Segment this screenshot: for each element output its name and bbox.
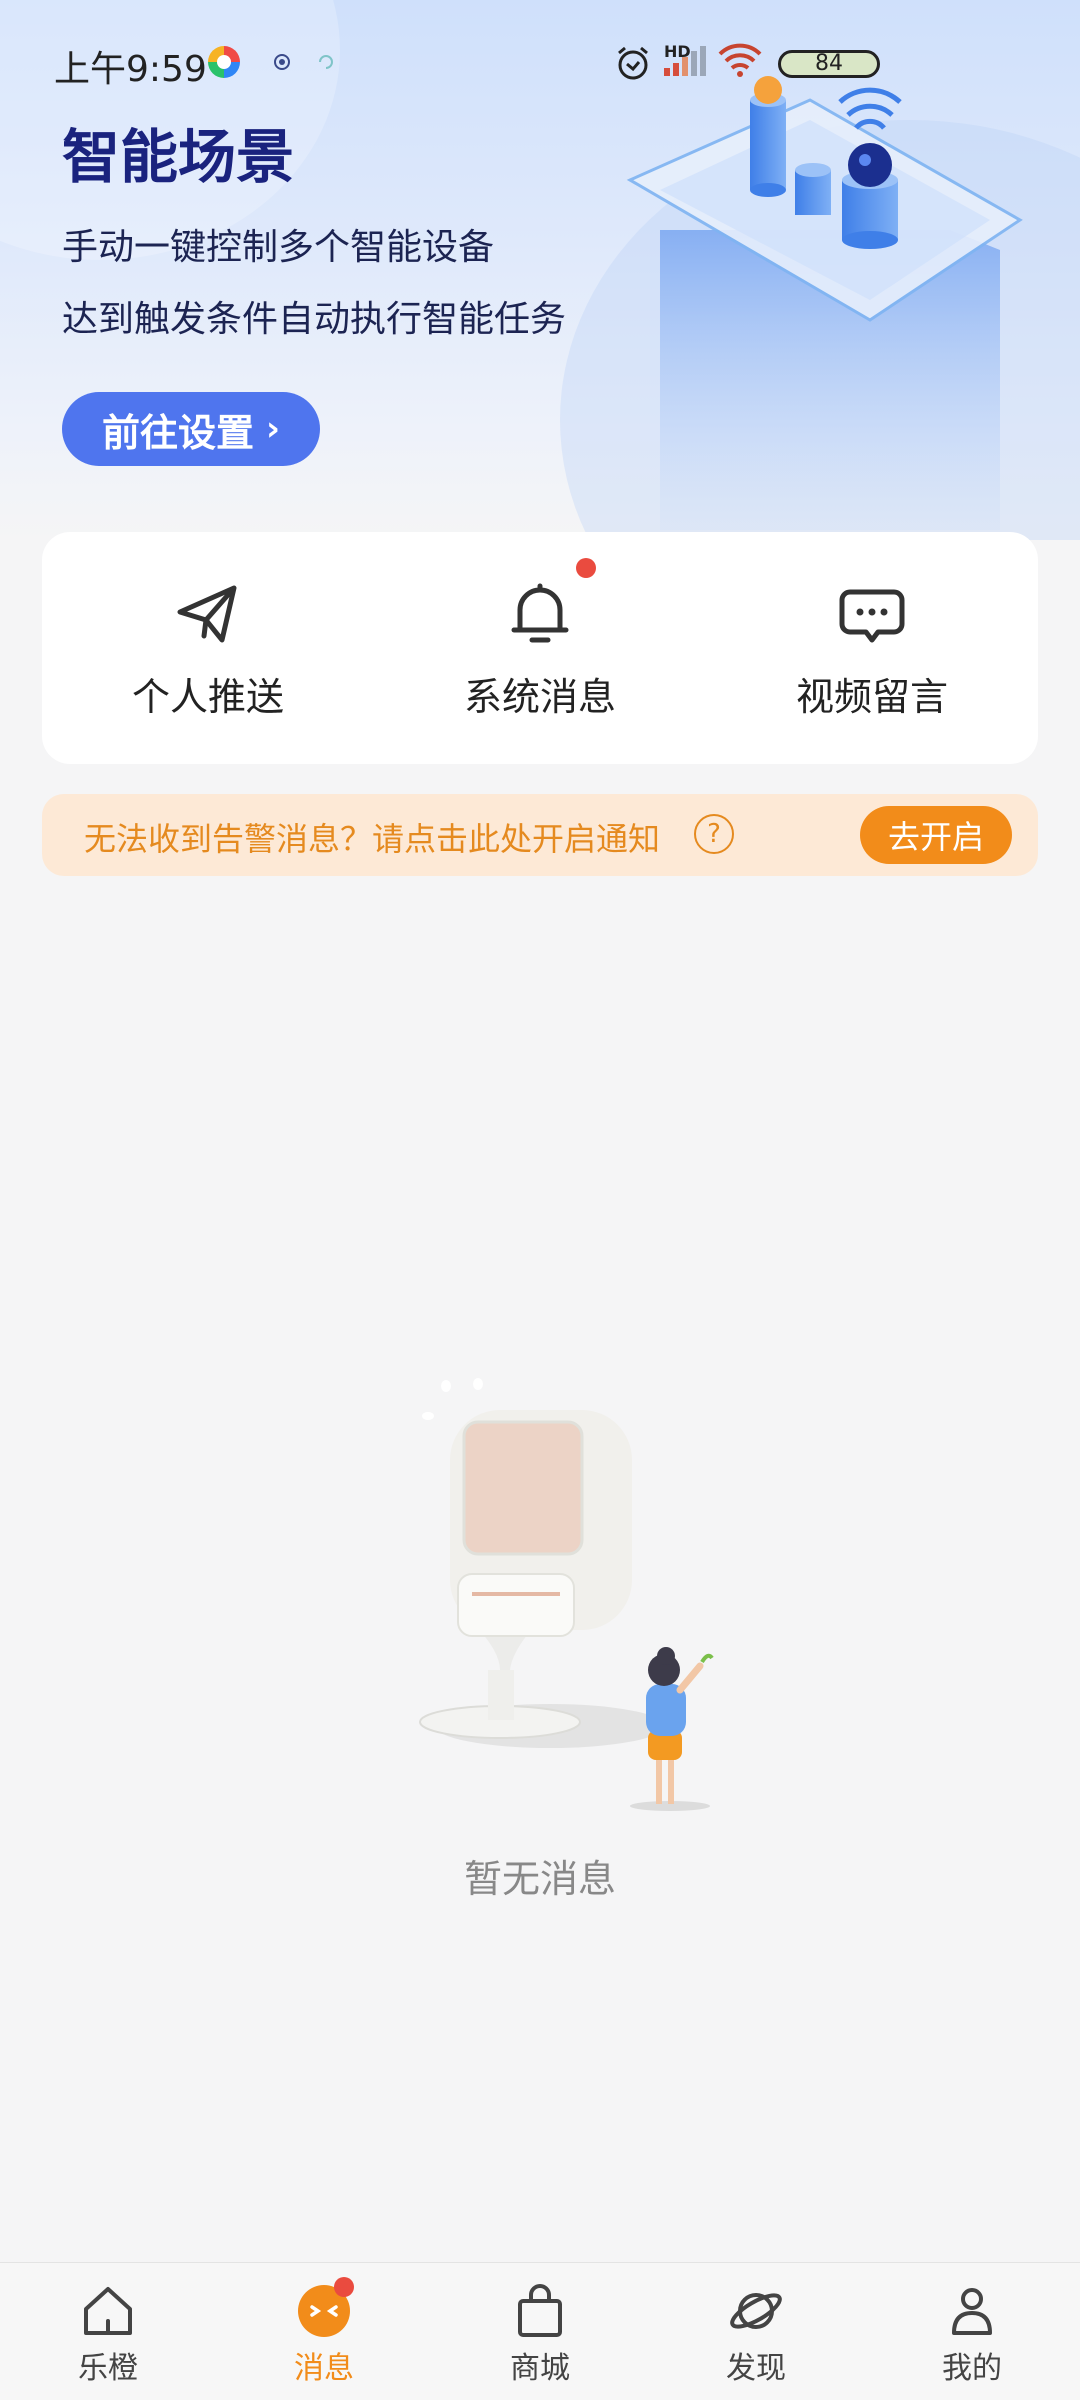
chat-bubble-icon	[839, 589, 905, 643]
bell-icon	[511, 583, 569, 643]
quick-entry-personal-push[interactable]: 个人推送	[42, 532, 374, 764]
nav-label: 我的	[942, 2351, 1002, 2386]
planet-icon	[730, 2293, 782, 2329]
notice-text: 无法收到告警消息？请点击此处开启通知	[84, 820, 661, 858]
chevron-right-icon: ›	[266, 409, 281, 449]
message-category-card: 个人推送 系统消息 视频留言	[42, 532, 1038, 764]
enable-notifications-button[interactable]: 去开启	[860, 806, 1012, 864]
banner-description: 手动一键控制多个智能设备	[62, 227, 495, 268]
banner-description: 达到触发条件自动执行智能任务	[62, 299, 567, 340]
nav-label: 消息	[294, 2351, 354, 2386]
go-to-settings-button[interactable]: 前往设置 ›	[62, 392, 320, 466]
empty-state-text: 暂无消息	[463, 1857, 616, 1901]
screen: 上午9:59 HD 84 智能场景 手动一键控制多个智能设备 达到触发条件自动执…	[0, 0, 1080, 2400]
shopping-bag-icon	[518, 2284, 562, 2337]
app-notification-icon	[208, 46, 240, 78]
quick-entry-video-message[interactable]: 视频留言	[706, 532, 1038, 764]
quick-entry-label: 视频留言	[795, 675, 948, 719]
smart-home-illustration	[626, 76, 1023, 530]
go-to-settings-label: 前往设置	[101, 410, 254, 455]
nav-item-store[interactable]: 商城	[432, 2263, 648, 2400]
status-time: 上午9:59	[54, 49, 207, 90]
banner-title: 智能场景	[62, 123, 295, 191]
notification-icon	[319, 55, 333, 69]
help-icon[interactable]: ?	[694, 814, 734, 854]
quick-entry-label: 个人推送	[131, 675, 284, 719]
home-icon	[84, 2287, 132, 2335]
notification-icon	[274, 54, 290, 70]
empty-state-illustration	[419, 1378, 714, 1811]
unread-badge	[334, 2277, 354, 2297]
quick-entry-label: 系统消息	[463, 675, 616, 719]
nav-item-profile[interactable]: 我的	[864, 2263, 1080, 2400]
bottom-navigation: 乐橙 消息 商城 发现 我的	[0, 2262, 1080, 2400]
paper-plane-icon	[177, 585, 237, 643]
nav-item-home[interactable]: 乐橙	[0, 2263, 216, 2400]
unread-badge	[576, 558, 596, 578]
nav-label: 商城	[510, 2351, 570, 2386]
person-icon	[952, 2288, 992, 2335]
nav-label: 乐橙	[78, 2351, 138, 2386]
quick-entry-system-message[interactable]: 系统消息	[374, 532, 706, 764]
smart-scene-banner[interactable]: 上午9:59 HD 84 智能场景 手动一键控制多个智能设备 达到触发条件自动执…	[0, 0, 1080, 540]
nav-item-messages[interactable]: 消息	[216, 2263, 432, 2400]
nav-label: 发现	[726, 2351, 786, 2386]
notification-permission-banner[interactable]: 无法收到告警消息？请点击此处开启通知 ? 去开启	[42, 794, 1038, 876]
nav-item-discover[interactable]: 发现	[648, 2263, 864, 2400]
